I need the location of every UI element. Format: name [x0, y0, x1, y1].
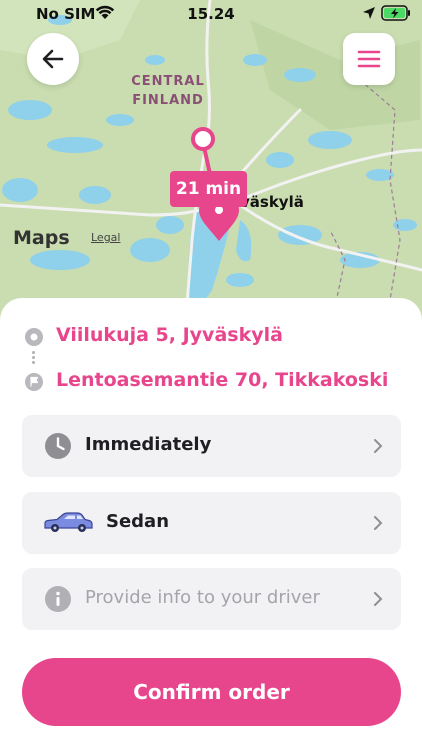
pickup-time-option[interactable]: Immediately — [22, 415, 401, 477]
menu-button[interactable] — [343, 33, 395, 85]
driver-info-placeholder: Provide info to your driver — [85, 587, 320, 608]
back-button[interactable] — [27, 33, 79, 85]
clock-icon — [45, 433, 71, 459]
destination-address: Lentoasemantie 70, Tikkakoski — [56, 369, 389, 391]
vehicle-type-label: Sedan — [106, 511, 170, 532]
legal-link[interactable]: Legal — [91, 231, 120, 244]
sedan-car-icon — [44, 512, 93, 532]
pickup-dot-icon — [25, 328, 43, 346]
confirm-order-button[interactable]: Confirm order — [22, 658, 401, 726]
status-time: 15.24 — [187, 5, 235, 23]
vehicle-type-option[interactable]: Sedan — [22, 492, 401, 554]
location-arrow-icon — [363, 7, 375, 19]
destination-row[interactable]: Lentoasemantie 70, Tikkakoski — [0, 366, 422, 396]
apple-maps-attribution: Maps — [13, 227, 70, 249]
chevron-right-icon — [374, 592, 383, 606]
pickup-map-marker — [191, 127, 215, 151]
status-bar: No SIM 15.24 — [0, 0, 422, 28]
flag-icon — [25, 373, 43, 391]
hamburger-menu-icon — [357, 50, 381, 68]
info-icon — [45, 586, 71, 612]
maps-attribution-text: Maps — [13, 227, 70, 249]
pickup-row[interactable]: Viilukuja 5, Jyväskylä — [0, 321, 422, 351]
map-city-label: väskylä — [240, 193, 304, 211]
pickup-time-label: Immediately — [85, 434, 212, 455]
pickup-address: Viilukuja 5, Jyväskylä — [56, 324, 283, 346]
eta-badge: 21 min — [170, 171, 247, 207]
driver-info-option[interactable]: Provide info to your driver — [22, 568, 401, 630]
map-region-label: CENTRAL FINLAND — [131, 74, 205, 108]
arrow-left-icon — [42, 49, 64, 69]
chevron-right-icon — [374, 439, 383, 453]
route-connector — [32, 351, 35, 365]
battery-charging-icon — [381, 5, 410, 21]
chevron-right-icon — [374, 516, 383, 530]
